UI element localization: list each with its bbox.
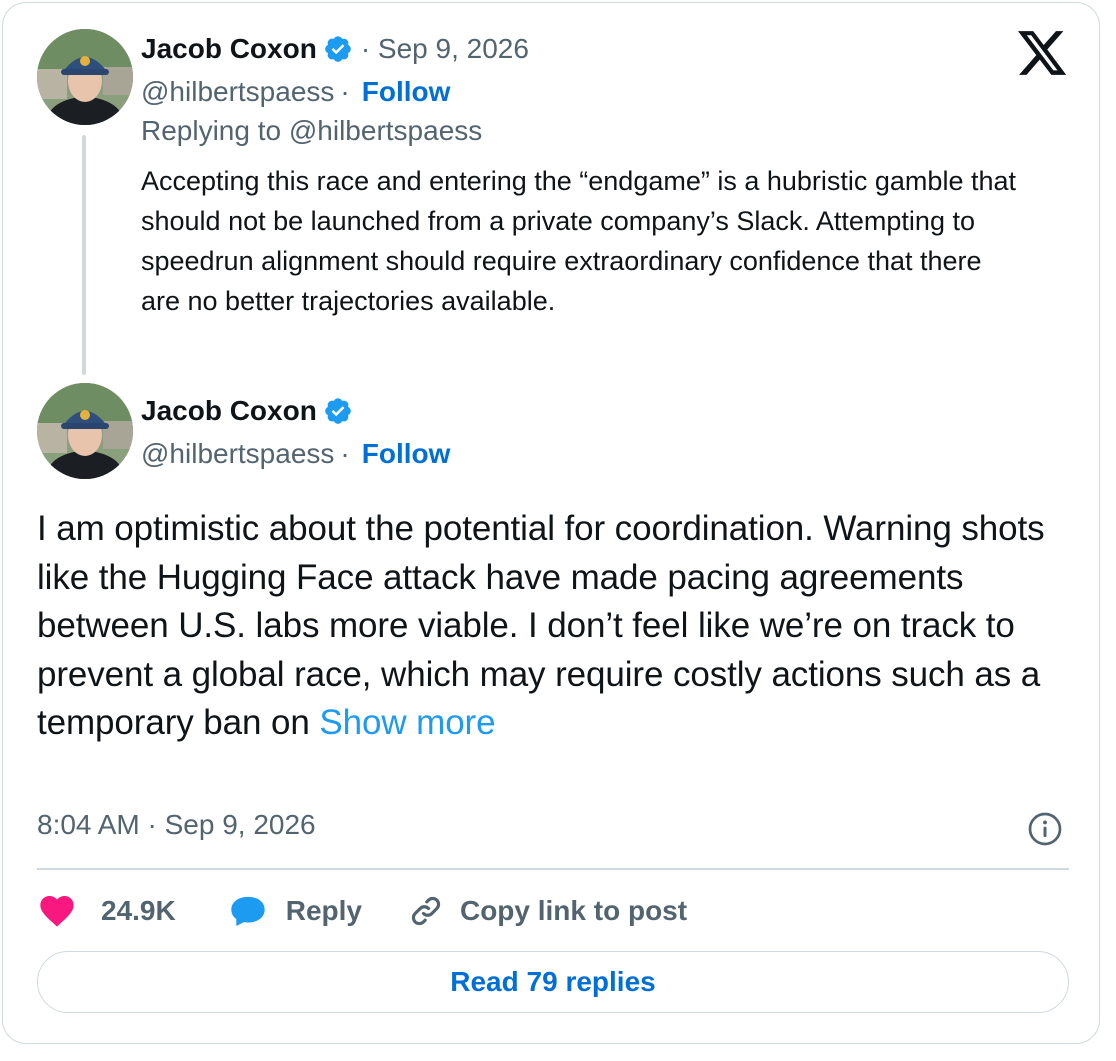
copy-link-label: Copy link to post [459,895,688,926]
thread-connector-line [82,135,86,375]
author-name[interactable]: Jacob Coxon [141,33,317,65]
show-more-link[interactable]: Show more [319,703,495,742]
reply-button[interactable]: Reply [228,891,362,931]
author-handle[interactable]: @hilbertspaess [141,438,334,470]
divider [37,868,1069,870]
follow-button[interactable]: Follow [362,438,451,470]
link-icon [406,891,446,931]
author-avatar[interactable] [37,29,133,125]
replying-to-label[interactable]: Replying to @hilbertspaess [141,115,482,147]
heart-icon [37,891,77,931]
x-logo-icon[interactable] [1018,31,1068,77]
separator-dot: · [340,76,350,107]
speech-bubble-icon [228,891,268,931]
read-replies-button[interactable]: Read 79 replies [37,951,1069,1013]
author-avatar[interactable] [37,383,133,479]
post-timestamp[interactable]: 8:04 AM · Sep 9, 2026 [37,809,316,841]
follow-button[interactable]: Follow [362,76,451,108]
verified-badge-icon [323,396,353,426]
verified-badge-icon [323,34,353,64]
post-date[interactable]: · Sep 9, 2026 [361,33,529,65]
copy-link-button[interactable]: Copy link to post [406,891,687,931]
info-icon[interactable] [1027,811,1063,847]
parent-post-text: Accepting this race and entering the “en… [141,166,1016,316]
author-name[interactable]: Jacob Coxon [141,395,317,427]
author-handle[interactable]: @hilbertspaess [141,76,334,108]
like-button[interactable]: 24.9K [37,891,176,931]
like-count: 24.9K [101,895,176,926]
embedded-post-card: Jacob Coxon · Sep 9, 2026 @hilbertspaess… [2,2,1100,1044]
post-body-text: I am optimistic about the potential for … [37,509,1045,742]
action-bar: 24.9K Reply Copy link to post [37,887,687,935]
separator-dot: · [340,438,350,469]
reply-label: Reply [285,895,362,926]
post-text: I am optimistic about the potential for … [37,505,1077,748]
